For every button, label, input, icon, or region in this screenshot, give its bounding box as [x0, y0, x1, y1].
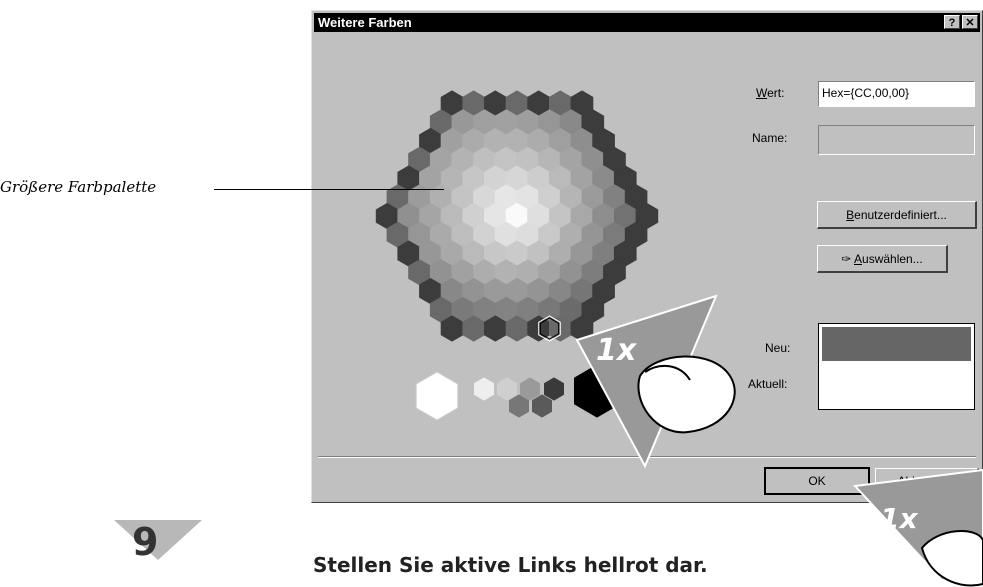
- click-annotations: 1x 1x: [575, 294, 983, 587]
- click-count-badge: 1x: [596, 333, 638, 368]
- click-count-badge-ok: 1x: [880, 502, 918, 535]
- click-pointer-ok: 1x: [852, 468, 983, 587]
- step-number: 9: [132, 520, 159, 564]
- mouse-icon-ok: [920, 529, 983, 587]
- click-pointer-palette: 1x: [575, 294, 736, 469]
